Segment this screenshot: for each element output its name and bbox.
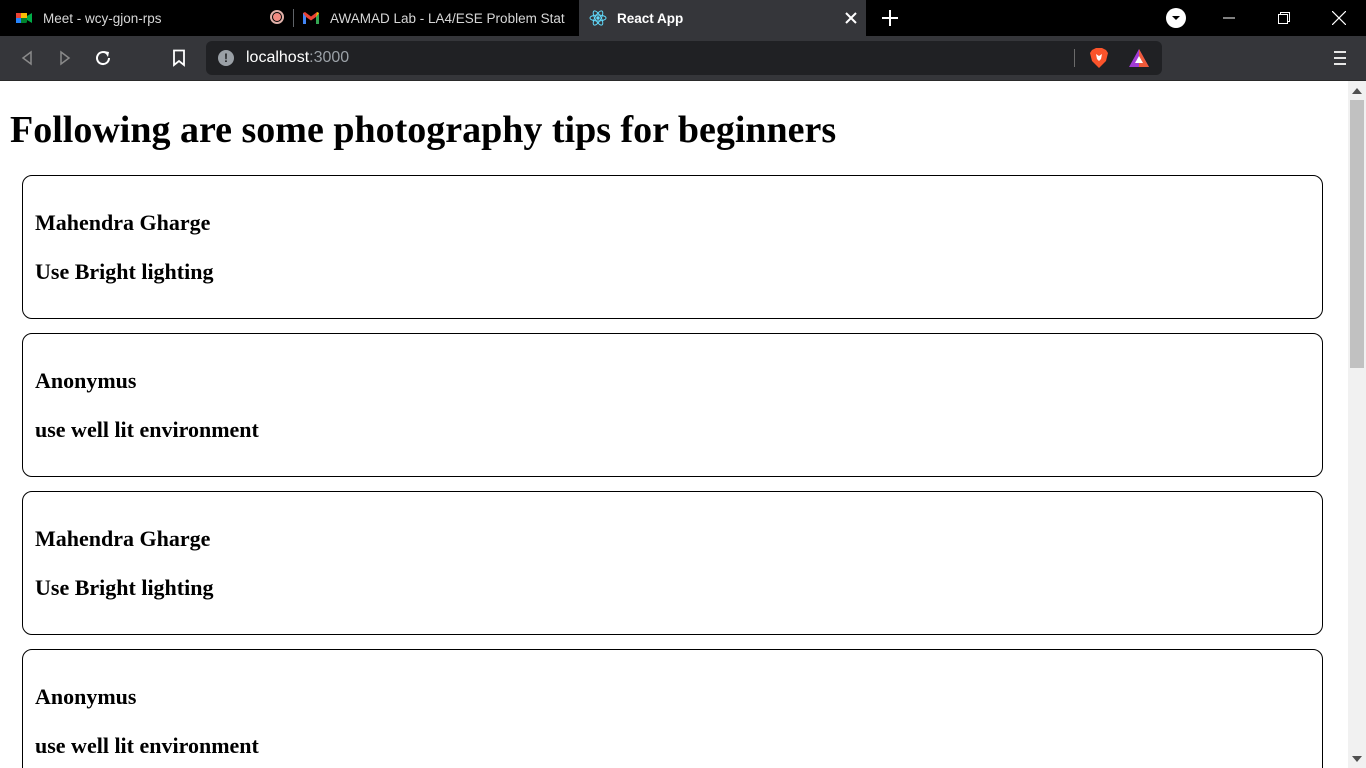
brave-shields-icon[interactable] xyxy=(1088,47,1110,74)
tip-card: Anonymus use well lit environment xyxy=(22,649,1323,768)
reload-icon[interactable] xyxy=(92,47,114,69)
page-title: Following are some photography tips for … xyxy=(10,109,837,151)
tab-react-app[interactable]: React App xyxy=(579,0,866,36)
tab-strip: Meet - wcy-gjon-rps AWAMAD Lab - LA4/ESE… xyxy=(0,0,1366,36)
tip-text: use well lit environment xyxy=(35,417,259,442)
minimize-icon[interactable] xyxy=(1201,0,1257,36)
brave-rewards-icon[interactable] xyxy=(1128,48,1150,73)
scrollbar-thumb[interactable] xyxy=(1350,100,1364,368)
browser-toolbar: ! localhost:3000 xyxy=(0,36,1366,81)
scroll-down-arrow-icon[interactable] xyxy=(1352,756,1362,762)
tip-card: Mahendra Gharge Use Bright lighting xyxy=(22,491,1323,635)
tip-author: Mahendra Gharge xyxy=(35,210,211,235)
close-window-icon[interactable] xyxy=(1311,0,1366,36)
close-tab-icon[interactable] xyxy=(842,9,860,27)
scroll-up-arrow-icon[interactable] xyxy=(1352,88,1362,94)
restore-icon[interactable] xyxy=(1256,0,1312,36)
google-meet-icon xyxy=(15,9,33,27)
tab-title: React App xyxy=(617,10,684,26)
tab-title: AWAMAD Lab - LA4/ESE Problem Stat xyxy=(330,10,565,26)
bookmark-icon[interactable] xyxy=(168,47,190,69)
gmail-icon xyxy=(302,9,320,27)
tab-meet[interactable]: Meet - wcy-gjon-rps xyxy=(0,0,293,36)
back-icon[interactable] xyxy=(16,47,38,69)
react-icon xyxy=(589,9,607,27)
tip-text: use well lit environment xyxy=(35,733,259,758)
url-text[interactable]: localhost:3000 xyxy=(246,49,349,67)
url-port: :3000 xyxy=(309,49,350,66)
menu-icon[interactable] xyxy=(1330,49,1350,67)
recording-icon xyxy=(270,10,284,24)
tab-title: Meet - wcy-gjon-rps xyxy=(43,10,162,26)
tip-author: Anonymus xyxy=(35,368,137,393)
tip-text: Use Bright lighting xyxy=(35,259,214,284)
page-content: Following are some photography tips for … xyxy=(0,81,1348,768)
tab-search-icon[interactable] xyxy=(1166,8,1186,28)
forward-icon[interactable] xyxy=(54,47,76,69)
tip-author: Mahendra Gharge xyxy=(35,526,211,551)
tip-text: Use Bright lighting xyxy=(35,575,214,600)
tip-card: Mahendra Gharge Use Bright lighting xyxy=(22,175,1323,319)
vertical-scrollbar[interactable] xyxy=(1348,81,1366,768)
new-tab-button[interactable] xyxy=(878,6,902,30)
tip-author: Anonymus xyxy=(35,684,137,709)
tip-card: Anonymus use well lit environment xyxy=(22,333,1323,477)
tab-gmail[interactable]: AWAMAD Lab - LA4/ESE Problem Stat xyxy=(294,0,578,36)
site-info-icon[interactable]: ! xyxy=(218,50,234,66)
address-bar[interactable]: ! localhost:3000 xyxy=(206,41,1162,75)
omnibox-divider xyxy=(1074,49,1075,67)
url-host: localhost xyxy=(246,49,310,66)
